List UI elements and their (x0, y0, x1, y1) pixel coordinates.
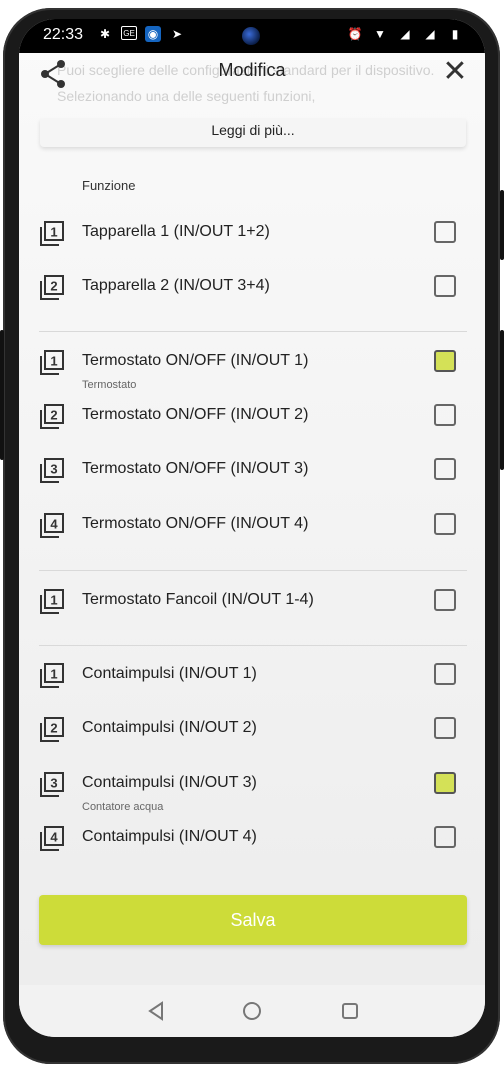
item-label: Contaimpulsi (IN/OUT 1) (82, 665, 257, 682)
numbered-item-icon: 3 (40, 458, 64, 483)
checkbox[interactable] (434, 772, 456, 794)
list-item[interactable]: 4 Contaimpulsi (IN/OUT 4) (19, 820, 485, 860)
ge-icon: GE (121, 26, 137, 40)
divider (39, 645, 467, 646)
item-number: 1 (50, 593, 57, 608)
numbered-item-icon: 1 (40, 663, 64, 688)
item-number: 4 (50, 517, 58, 532)
checkbox[interactable] (434, 826, 456, 848)
item-subtitle: Contatore acqua (82, 801, 164, 813)
list-item[interactable]: 2 Termostato ON/OFF (IN/OUT 2) (19, 398, 485, 438)
side-button (500, 190, 504, 260)
divider (39, 570, 467, 571)
recent-apps-icon[interactable] (339, 1000, 361, 1022)
play-icon: ➤ (171, 27, 183, 41)
alarm-icon: ⏰ (347, 27, 363, 41)
item-label: Tapparella 1 (IN/OUT 1+2) (82, 223, 270, 240)
camera (242, 27, 260, 45)
item-number: 1 (50, 225, 57, 240)
list-item[interactable]: 4 Termostato ON/OFF (IN/OUT 4) (19, 507, 485, 547)
item-subtitle: Termostato (82, 379, 137, 391)
read-more-link[interactable]: Leggi di più... (40, 119, 466, 147)
page-title: Modifica (218, 60, 286, 80)
list-item[interactable]: 2 Contaimpulsi (IN/OUT 2) (19, 711, 485, 751)
list-item[interactable]: 2 Tapparella 2 (IN/OUT 3+4) (19, 269, 485, 309)
side-button (0, 330, 4, 460)
checkbox[interactable] (434, 350, 456, 372)
checkbox[interactable] (434, 717, 456, 739)
item-number: 2 (50, 279, 57, 294)
item-label: Termostato ON/OFF (IN/OUT 4) (82, 515, 309, 532)
numbered-item-icon: 1 (40, 221, 64, 246)
list-item[interactable]: 1 Termostato ON/OFF (IN/OUT 1) Termostato (19, 344, 485, 391)
item-number: 3 (50, 462, 57, 477)
list-item[interactable]: 3 Contaimpulsi (IN/OUT 3) Contatore acqua (19, 766, 485, 813)
wifi-icon: ▼ (374, 27, 386, 41)
numbered-item-icon: 2 (40, 275, 64, 300)
list-item[interactable]: 1 Termostato Fancoil (IN/OUT 1-4) (19, 583, 485, 623)
numbered-item-icon: 3 (40, 772, 64, 797)
numbered-item-icon: 4 (40, 513, 64, 538)
signal-icon: ◢ (425, 27, 435, 41)
item-label: Tapparella 2 (IN/OUT 3+4) (82, 277, 270, 294)
section-label: Funzione (82, 178, 136, 193)
checkbox[interactable] (434, 663, 456, 685)
back-icon[interactable] (145, 1000, 167, 1022)
checkbox[interactable] (434, 589, 456, 611)
item-number: 4 (50, 830, 58, 845)
checkbox[interactable] (434, 275, 456, 297)
close-button[interactable]: ✕ (440, 57, 470, 88)
numbered-item-icon: 2 (40, 404, 64, 429)
screen: 22:33 ✱ GE ◉ ➤ ⏰ ▼ ◢ ◢ ▮ Puoi scegliere … (19, 19, 485, 1037)
item-label: Termostato ON/OFF (IN/OUT 2) (82, 406, 309, 423)
item-number: 1 (50, 354, 57, 369)
item-label: Contaimpulsi (IN/OUT 2) (82, 719, 257, 736)
checkbox[interactable] (434, 458, 456, 480)
numbered-item-icon: 4 (40, 826, 64, 851)
item-label: Contaimpulsi (IN/OUT 3) (82, 774, 257, 791)
checkbox[interactable] (434, 221, 456, 243)
list-item[interactable]: 1 Contaimpulsi (IN/OUT 1) (19, 657, 485, 697)
item-label: Termostato Fancoil (IN/OUT 1-4) (82, 591, 314, 608)
divider (39, 331, 467, 332)
item-number: 2 (50, 408, 57, 423)
side-button (500, 330, 504, 470)
battery-icon: ▮ (451, 27, 459, 41)
item-label: Termostato ON/OFF (IN/OUT 3) (82, 460, 309, 477)
home-icon[interactable] (241, 1000, 263, 1022)
numbered-item-icon: 1 (40, 350, 64, 375)
numbered-item-icon: 1 (40, 589, 64, 614)
signal-off-icon: ◢ (400, 27, 410, 41)
list-item[interactable]: 1 Tapparella 1 (IN/OUT 1+2) (19, 215, 485, 255)
item-number: 3 (50, 776, 57, 791)
list-item[interactable]: 3 Termostato ON/OFF (IN/OUT 3) (19, 452, 485, 492)
item-label: Contaimpulsi (IN/OUT 4) (82, 828, 257, 845)
item-number: 1 (50, 667, 57, 682)
checkbox[interactable] (434, 513, 456, 535)
numbered-item-icon: 2 (40, 717, 64, 742)
slack-icon: ✱ (99, 27, 111, 41)
status-time: 22:33 (43, 26, 84, 43)
status-bar: 22:33 ✱ GE ◉ ➤ ⏰ ▼ ◢ ◢ ▮ (19, 19, 485, 53)
item-number: 2 (50, 721, 57, 736)
android-nav-bar (19, 985, 485, 1037)
item-label: Termostato ON/OFF (IN/OUT 1) (82, 352, 309, 369)
checkbox[interactable] (434, 404, 456, 426)
save-button[interactable]: Salva (39, 895, 467, 945)
app-icon: ◉ (145, 26, 161, 42)
